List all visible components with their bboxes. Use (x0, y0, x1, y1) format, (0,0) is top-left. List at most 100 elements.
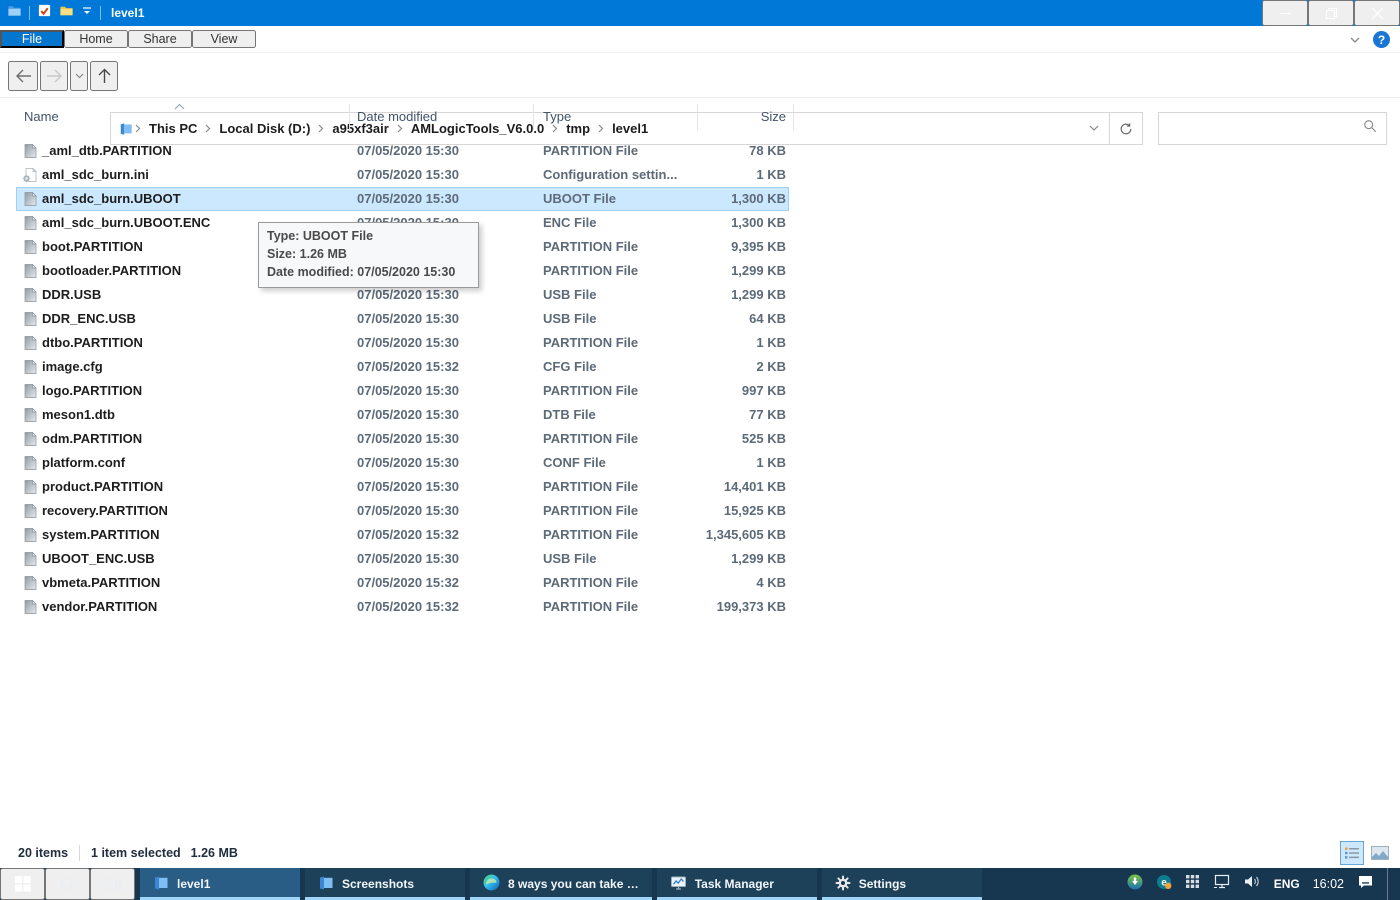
column-header-name[interactable]: Name (24, 109, 59, 124)
taskbar-app-button[interactable]: 8 ways you can take … (470, 868, 652, 900)
ribbon-tab[interactable]: Home (64, 30, 128, 48)
collapse-ribbon-icon[interactable] (1349, 31, 1361, 49)
column-header-date-modified[interactable]: Date modified (357, 109, 437, 124)
sort-ascending-icon (174, 98, 185, 113)
file-name: meson1.dtb (42, 407, 115, 422)
file-name: boot.PARTITION (42, 239, 143, 254)
file-icon (22, 503, 38, 519)
details-view-button[interactable] (1340, 841, 1364, 865)
minimize-button[interactable] (1262, 0, 1308, 26)
file-row[interactable]: _aml_dtb.PARTITION 07/05/2020 15:30 PART… (16, 139, 789, 163)
file-row[interactable]: system.PARTITION 07/05/2020 15:32 PARTIT… (16, 523, 789, 547)
file-row[interactable]: meson1.dtb 07/05/2020 15:30 DTB File 77 … (16, 403, 789, 427)
help-button[interactable]: ? (1373, 31, 1390, 48)
taskbar-app-button[interactable]: Settings (822, 868, 982, 900)
taskbar-app-label: Settings (859, 877, 906, 891)
file-icon (22, 551, 38, 567)
address-toolbar: This PC Local Disk (D:) a95xf3ai (0, 53, 1400, 98)
ribbon-tab[interactable]: File (0, 30, 64, 48)
app-grid-tray-icon[interactable] (1185, 874, 1200, 894)
file-icon (22, 311, 38, 327)
system-tray: e ENG 16:02 (1127, 868, 1400, 900)
file-size: 525 KB (606, 431, 786, 446)
taskbar-app-button[interactable]: Task Manager (657, 868, 817, 900)
file-row[interactable]: recovery.PARTITION 07/05/2020 15:30 PART… (16, 499, 789, 523)
file-name: product.PARTITION (42, 479, 163, 494)
file-row[interactable]: DDR_ENC.USB 07/05/2020 15:30 USB File 64… (16, 307, 789, 331)
task-view-button[interactable] (90, 868, 135, 900)
ribbon-tab-list: File Home Share View (0, 26, 256, 52)
volume-tray-icon[interactable] (1244, 874, 1261, 894)
file-date-modified: 07/05/2020 15:32 (357, 359, 459, 374)
file-row[interactable]: dtbo.PARTITION 07/05/2020 15:30 PARTITIO… (16, 331, 789, 355)
file-name: DDR.USB (42, 287, 101, 302)
statusbar-separator (79, 845, 80, 861)
file-size: 199,373 KB (606, 599, 786, 614)
start-button[interactable] (0, 868, 45, 900)
clock[interactable]: 16:02 (1313, 877, 1344, 891)
back-button[interactable] (8, 61, 38, 91)
taskbar-app-button[interactable]: level1 (140, 868, 300, 900)
idm-tray-icon[interactable] (1127, 874, 1143, 895)
file-size: 1,345,605 KB (606, 527, 786, 542)
taskbar-search-button[interactable] (45, 868, 90, 900)
ribbon-tab[interactable]: Share (128, 30, 192, 48)
file-icon (22, 527, 38, 543)
network-tray-icon[interactable] (1213, 874, 1231, 894)
column-resize-handle[interactable] (793, 104, 794, 130)
action-center-icon[interactable] (1357, 874, 1374, 895)
show-desktop-button[interactable] (1387, 868, 1392, 900)
file-icon (22, 167, 38, 183)
forward-button[interactable] (40, 61, 68, 91)
quick-access-toolbar (0, 3, 101, 23)
file-date-modified: 07/05/2020 15:32 (357, 527, 459, 542)
ribbon-tab[interactable]: View (192, 30, 256, 48)
file-date-modified: 07/05/2020 15:30 (357, 479, 459, 494)
tooltip-type-line: Type: UBOOT File (267, 227, 470, 245)
language-indicator[interactable]: ENG (1274, 877, 1300, 891)
restore-button[interactable] (1308, 0, 1354, 26)
file-icon (22, 599, 38, 615)
column-resize-handle[interactable] (533, 104, 534, 130)
customize-qat-button[interactable] (81, 4, 93, 22)
taskbar-app-button[interactable]: Screenshots (305, 868, 465, 900)
file-size: 4 KB (606, 575, 786, 590)
file-icon (22, 359, 38, 375)
large-icons-view-button[interactable] (1368, 841, 1392, 865)
qat-separator (29, 6, 30, 20)
file-row[interactable]: vbmeta.PARTITION 07/05/2020 15:32 PARTIT… (16, 571, 789, 595)
file-date-modified: 07/05/2020 15:30 (357, 191, 459, 206)
file-row[interactable]: logo.PARTITION 07/05/2020 15:30 PARTITIO… (16, 379, 789, 403)
file-size: 1 KB (606, 335, 786, 350)
titlebar: level1 (0, 0, 1400, 26)
file-date-modified: 07/05/2020 15:30 (357, 455, 459, 470)
taskbar: level1 Screenshots (0, 868, 1400, 900)
file-row[interactable]: odm.PARTITION 07/05/2020 15:30 PARTITION… (16, 427, 789, 451)
up-button[interactable] (90, 61, 118, 91)
file-icon (22, 143, 38, 159)
close-button[interactable] (1354, 0, 1400, 26)
tooltip-date-line: Date modified: 07/05/2020 15:30 (267, 263, 470, 281)
file-row[interactable]: platform.conf 07/05/2020 15:30 CONF File… (16, 451, 789, 475)
file-row[interactable]: product.PARTITION 07/05/2020 15:30 PARTI… (16, 475, 789, 499)
emule-tray-icon[interactable]: e (1156, 874, 1172, 895)
file-row[interactable]: aml_sdc_burn.ini 07/05/2020 15:30 Config… (16, 163, 789, 187)
file-name: aml_sdc_burn.UBOOT (42, 191, 181, 206)
column-resize-handle[interactable] (349, 104, 350, 130)
column-header-type[interactable]: Type (543, 109, 571, 124)
column-resize-handle[interactable] (697, 104, 698, 130)
ribbon-tabs: File Home Share View ? (0, 26, 1400, 53)
file-row[interactable]: image.cfg 07/05/2020 15:32 CFG File 2 KB (16, 355, 789, 379)
file-name: UBOOT_ENC.USB (42, 551, 155, 566)
properties-button[interactable] (37, 3, 52, 23)
taskbar-app-icon (483, 874, 500, 894)
new-folder-button[interactable] (59, 3, 74, 23)
file-row[interactable]: UBOOT_ENC.USB 07/05/2020 15:30 USB File … (16, 547, 789, 571)
file-row[interactable]: aml_sdc_burn.UBOOT 07/05/2020 15:30 UBOO… (16, 187, 789, 211)
column-headers: Name Date modified Type Size (0, 100, 1400, 134)
column-header-size[interactable]: Size (690, 109, 786, 124)
file-row[interactable]: vendor.PARTITION 07/05/2020 15:32 PARTIT… (16, 595, 789, 619)
file-date-modified: 07/05/2020 15:30 (357, 143, 459, 158)
recent-locations-button[interactable] (70, 61, 88, 91)
file-size: 77 KB (606, 407, 786, 422)
